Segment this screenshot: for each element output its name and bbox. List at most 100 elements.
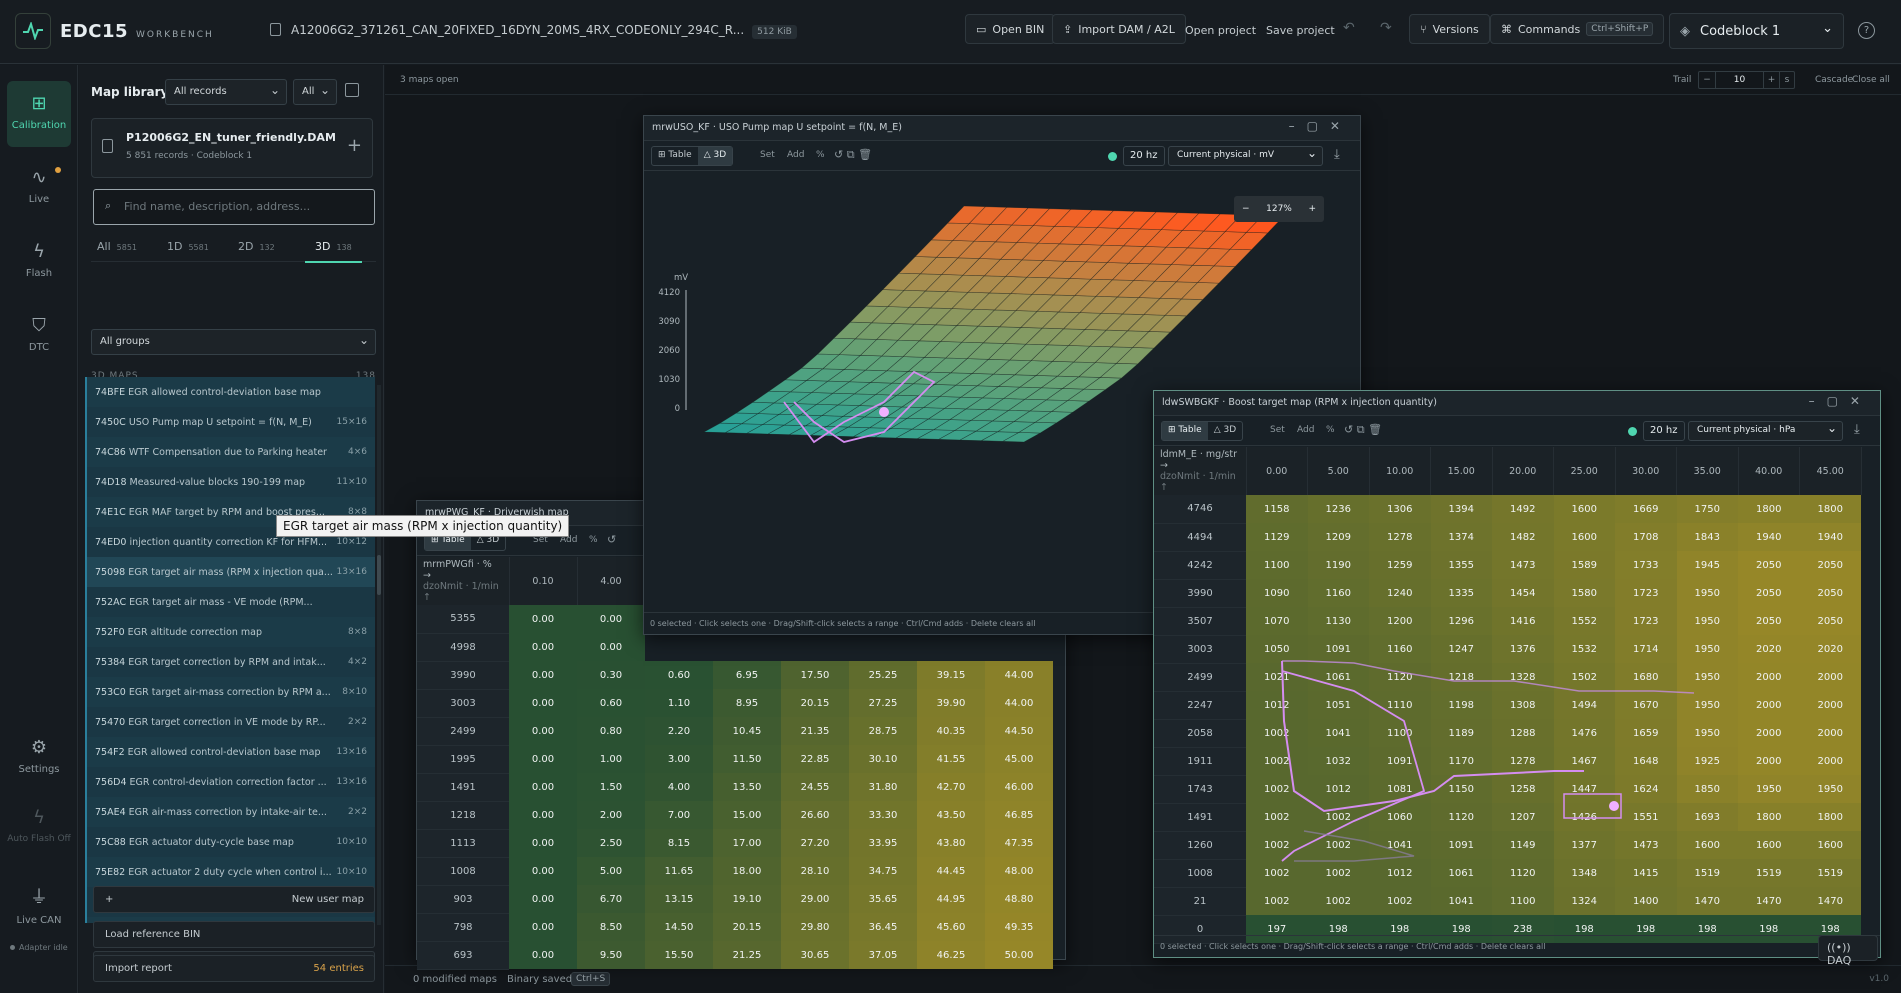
table-cell[interactable]: 1416 xyxy=(1492,607,1554,635)
table-view-button[interactable]: ⊞ Table xyxy=(1162,422,1208,440)
table-cell[interactable]: 2.50 xyxy=(577,829,645,857)
list-item[interactable]: 75C88 EGR actuator duty-cycle base map 10×… xyxy=(85,827,375,857)
column-header[interactable]: 45.00 xyxy=(1799,447,1862,495)
table-cell[interactable]: 0.00 xyxy=(509,633,577,661)
download-icon[interactable]: ⤓ xyxy=(1334,147,1340,162)
table-cell[interactable]: 1940 xyxy=(1738,523,1800,551)
list-item[interactable]: 75098 EGR target air mass (RPM x injectio… xyxy=(85,557,375,587)
open-project-button[interactable]: Open project xyxy=(1185,24,1256,37)
table-cell[interactable]: 1950 xyxy=(1676,607,1738,635)
table-cell[interactable]: 11.50 xyxy=(713,745,781,773)
table-cell[interactable]: 1470 xyxy=(1676,887,1738,915)
table-cell[interactable]: 29.80 xyxy=(781,913,849,941)
table-cell[interactable]: 44.50 xyxy=(985,717,1053,745)
revert-icon[interactable]: ↺ ⧉ 🗑 xyxy=(834,148,872,162)
save-project-button[interactable]: Save project xyxy=(1266,24,1335,37)
column-header[interactable]: 4.00 xyxy=(577,557,646,605)
undo-icon[interactable]: ↶ xyxy=(1343,20,1355,36)
table-cell[interactable]: 41.55 xyxy=(917,745,985,773)
row-header[interactable]: 1113 xyxy=(417,829,509,858)
table-cell[interactable]: 13.15 xyxy=(645,885,713,913)
groups-select[interactable]: All groups xyxy=(91,329,376,355)
table-cell[interactable]: 5.00 xyxy=(577,857,645,885)
table-cell[interactable]: 2020 xyxy=(1799,635,1861,663)
list-item[interactable]: 752AC EGR target air mass - VE mode (RPM.… xyxy=(85,587,375,617)
column-header[interactable]: 20.00 xyxy=(1492,447,1554,495)
table-cell[interactable]: 1670 xyxy=(1615,691,1677,719)
records-filter2-select[interactable]: All xyxy=(293,79,337,105)
set-button[interactable]: Set xyxy=(1270,425,1285,435)
table-cell[interactable]: 49.35 xyxy=(985,913,1053,941)
table-cell[interactable]: 2020 xyxy=(1738,635,1800,663)
table-cell[interactable]: 26.60 xyxy=(781,801,849,829)
table-cell[interactable]: 28.75 xyxy=(849,717,917,745)
list-item[interactable]: 75E82 EGR actuator 2 duty cycle when cont… xyxy=(85,857,375,887)
table-cell[interactable]: 1288 xyxy=(1492,719,1554,747)
row-header[interactable]: 3003 xyxy=(1154,635,1246,664)
table-cell[interactable]: 1278 xyxy=(1369,523,1431,551)
table-cell[interactable]: 1659 xyxy=(1615,719,1677,747)
table-cell[interactable]: 1198 xyxy=(1430,691,1492,719)
list-item[interactable]: 754F2 EGR allowed control-deviation base … xyxy=(85,737,375,767)
table-cell[interactable]: 1532 xyxy=(1553,635,1615,663)
table-cell[interactable]: 1236 xyxy=(1307,495,1369,523)
table-cell[interactable]: 17.50 xyxy=(781,661,849,689)
table-cell[interactable]: 48.00 xyxy=(985,857,1053,885)
column-header[interactable]: 0.00 xyxy=(1246,447,1308,495)
table-cell[interactable]: 1680 xyxy=(1615,663,1677,691)
table-cell[interactable] xyxy=(713,633,781,661)
rail-live-can[interactable]: ⏚ Live CAN xyxy=(7,871,71,937)
row-header[interactable]: 1218 xyxy=(417,801,509,830)
help-icon[interactable]: ? xyxy=(1858,22,1875,39)
table-cell[interactable] xyxy=(917,633,985,661)
table-cell[interactable]: 2000 xyxy=(1738,663,1800,691)
import-report-button[interactable]: Import report 54 entries xyxy=(93,955,375,982)
row-header[interactable]: 3507 xyxy=(1154,607,1246,636)
list-item[interactable]: 753C0 EGR target air-mass correction by R… xyxy=(85,677,375,707)
table-cell[interactable]: 1800 xyxy=(1738,803,1800,831)
table-cell[interactable]: 1160 xyxy=(1369,635,1431,663)
table-cell[interactable]: 1150 xyxy=(1430,775,1492,803)
table-cell[interactable]: 1306 xyxy=(1369,495,1431,523)
table-cell[interactable]: 1002 xyxy=(1246,887,1308,915)
list-item[interactable]: 75470 EGR target correction in VE mode by… xyxy=(85,707,375,737)
table-cell[interactable]: 21.25 xyxy=(713,941,781,969)
table-cell[interactable]: 1950 xyxy=(1676,719,1738,747)
rail-dtc[interactable]: ⛉ DTC xyxy=(7,303,71,369)
table-cell[interactable]: 45.60 xyxy=(917,913,985,941)
revert-icon[interactable]: ↺ xyxy=(607,533,616,546)
list-item[interactable]: 7450C USO Pump map U setpoint = f(N, M_E)… xyxy=(85,407,375,437)
rail-settings[interactable]: ⚙ Settings xyxy=(7,725,71,791)
list-item[interactable]: 74D18 Measured-value blocks 190-199 map 11… xyxy=(85,467,375,497)
table-cell[interactable]: 2050 xyxy=(1799,551,1861,579)
table-cell[interactable]: 0.00 xyxy=(577,605,645,633)
table-cell[interactable]: 1324 xyxy=(1553,887,1615,915)
row-header[interactable]: 1008 xyxy=(417,857,509,886)
table-cell[interactable]: 1750 xyxy=(1676,495,1738,523)
table-cell[interactable]: 29.00 xyxy=(781,885,849,913)
table-cell[interactable]: 1149 xyxy=(1492,831,1554,859)
table-cell[interactable]: 1081 xyxy=(1369,775,1431,803)
table-cell[interactable]: 0.80 xyxy=(577,717,645,745)
rail-calibration[interactable]: ⊞ Calibration xyxy=(7,81,71,147)
table-cell[interactable]: 1502 xyxy=(1553,663,1615,691)
table-cell[interactable]: 1041 xyxy=(1307,719,1369,747)
minus-icon[interactable]: − xyxy=(1699,72,1715,88)
row-header[interactable]: 1491 xyxy=(417,773,509,802)
table-cell[interactable]: 43.80 xyxy=(917,829,985,857)
row-header[interactable]: 2247 xyxy=(1154,691,1246,720)
table-cell[interactable]: 1723 xyxy=(1615,579,1677,607)
table-cell[interactable]: 2000 xyxy=(1799,719,1861,747)
table-cell[interactable]: 1454 xyxy=(1492,579,1554,607)
table-cell[interactable]: 1012 xyxy=(1246,691,1308,719)
list-item[interactable]: 75AE4 EGR air-mass correction by intake-a… xyxy=(85,797,375,827)
sample-rate-select[interactable]: 20 hz xyxy=(1123,146,1165,166)
view-toggle[interactable]: ⊞ Table △ 3D xyxy=(651,146,734,166)
row-header[interactable]: 4494 xyxy=(1154,523,1246,552)
table-cell[interactable]: 1090 xyxy=(1246,579,1308,607)
zoom-out-button[interactable]: − xyxy=(1242,204,1250,214)
row-header[interactable]: 798 xyxy=(417,913,509,942)
codeblock-select[interactable]: ◈ Codeblock 1 ⌄ xyxy=(1669,13,1844,49)
table-cell[interactable]: 1207 xyxy=(1492,803,1554,831)
add-button[interactable]: Add xyxy=(787,150,804,160)
